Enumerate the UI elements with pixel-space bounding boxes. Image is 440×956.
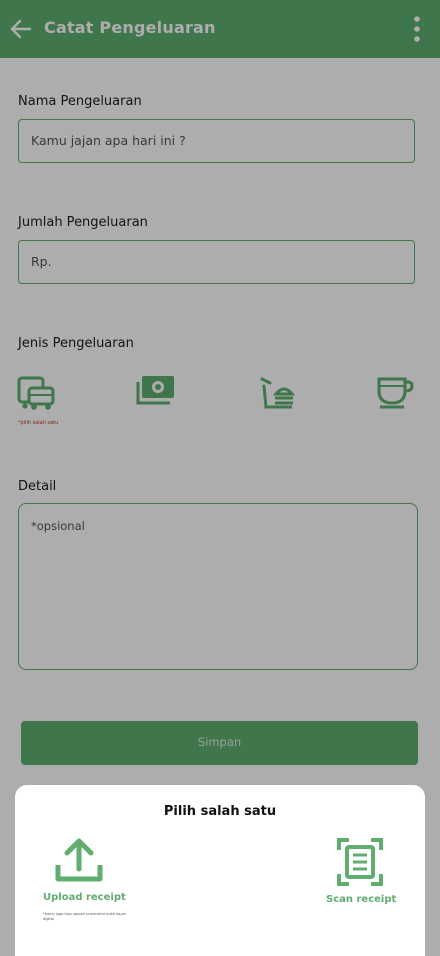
scan-receipt-button[interactable]: Scan receipt — [326, 894, 396, 905]
sheet-title: Pilih salah satu — [163, 804, 277, 819]
upload-note: *Kamu juga bisa upload screenshot bukti … — [43, 912, 127, 921]
bottom-sheet: Pilih salah satu Upload receipt *Kamu ju… — [15, 785, 425, 956]
scan-icon[interactable] — [337, 838, 383, 886]
upload-receipt-button[interactable]: Upload receipt — [43, 892, 126, 903]
upload-icon[interactable] — [55, 837, 103, 883]
